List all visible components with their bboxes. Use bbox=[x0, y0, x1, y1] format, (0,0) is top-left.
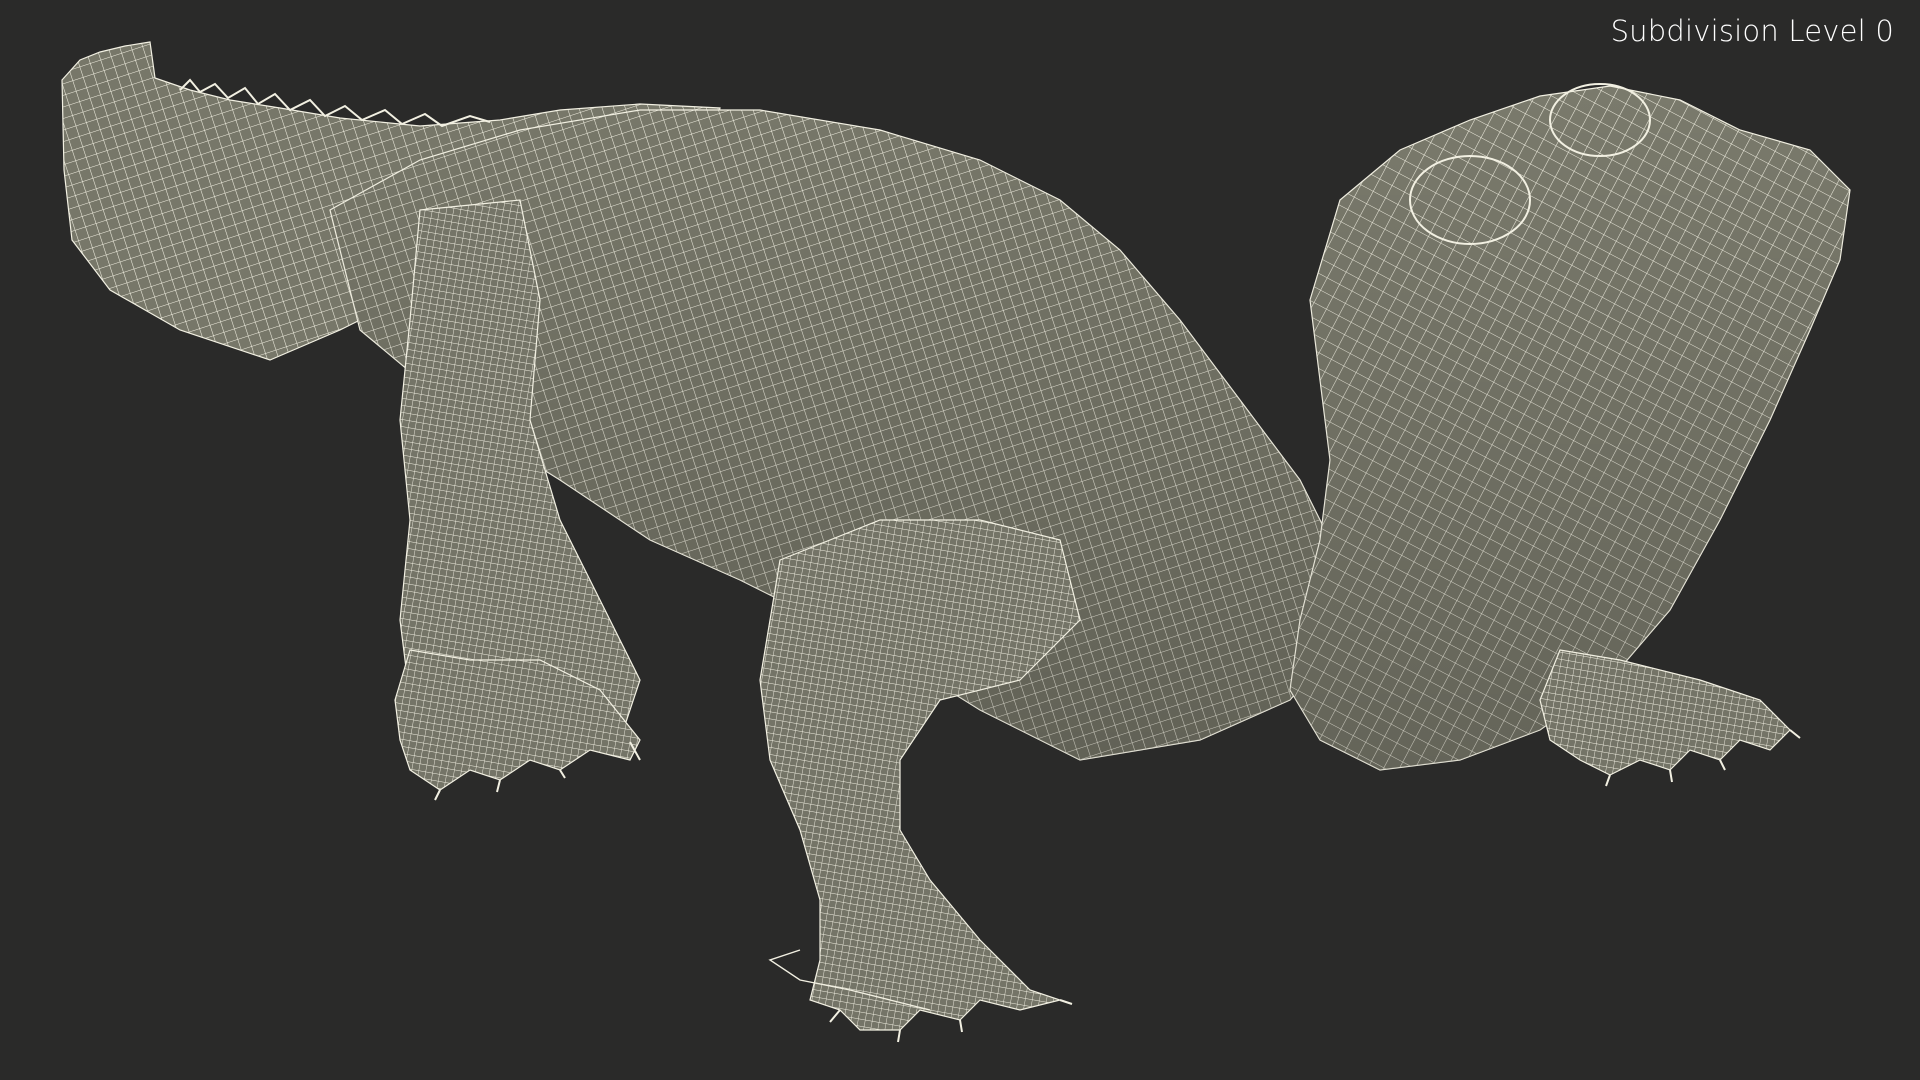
subdivision-level-label: Subdivision Level 0 bbox=[1610, 14, 1894, 48]
alligator-wireframe-model[interactable] bbox=[0, 0, 1920, 1080]
right-rear-foot-mesh bbox=[1539, 649, 1801, 787]
right-front-leg-mesh bbox=[759, 519, 1081, 1043]
render-viewport[interactable]: Subdivision Level 0 bbox=[0, 0, 1920, 1080]
